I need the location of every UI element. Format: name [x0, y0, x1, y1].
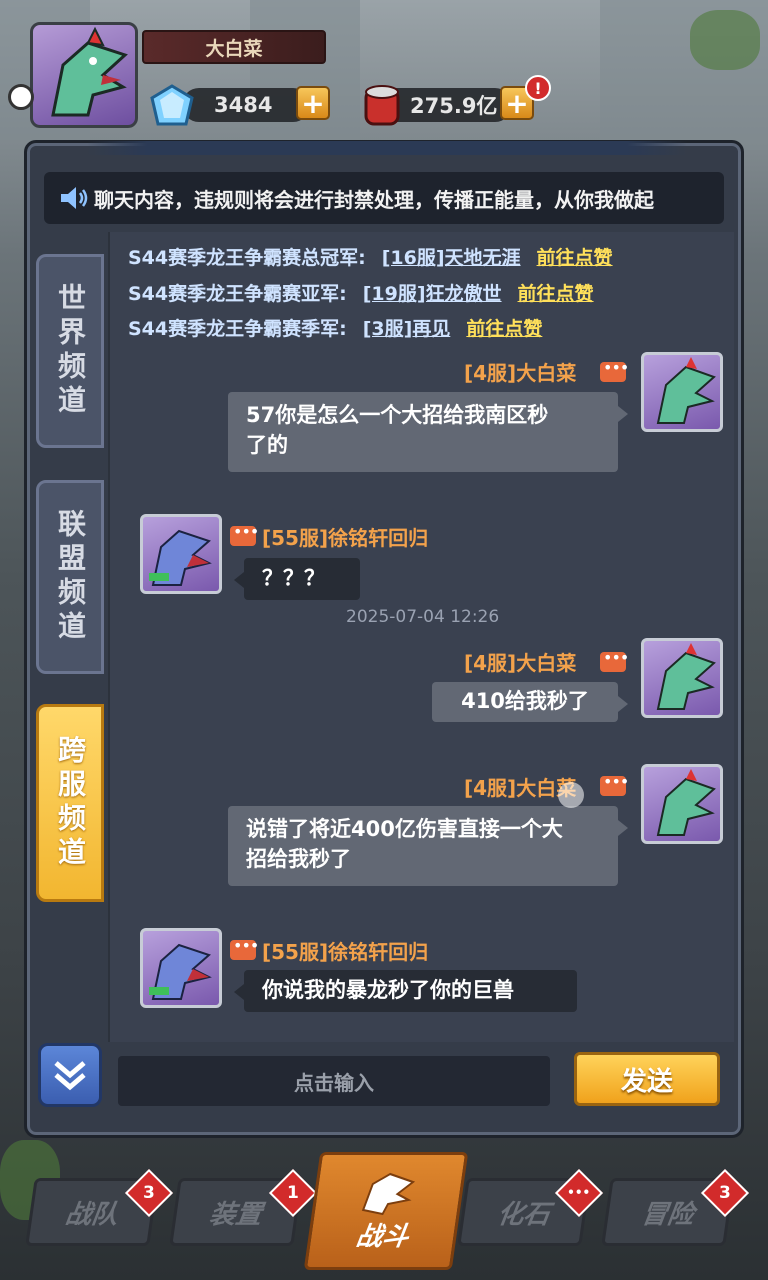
double-chevron-down-icon [54, 1061, 86, 1091]
message-text-line: 57你是怎么一个大招给我南区秒 [246, 403, 549, 427]
runner-up-announcement: S44赛季龙王争霸赛亚军: [19服]狂龙傲世 前往点赞 [128, 279, 594, 306]
chat-bubble-icon [600, 648, 628, 672]
message-bubble: 你说我的暴龙秒了你的巨兽 [234, 970, 577, 1012]
message-sender[interactable]: [4服]大白菜 [464, 647, 576, 676]
chat-messages-area[interactable] [108, 232, 734, 1042]
message-text-line: 了的 [246, 433, 288, 457]
nav-battle[interactable]: 战斗 [303, 1152, 469, 1270]
dinosaur-head-icon [361, 1172, 416, 1215]
like-link[interactable]: 前往点赞 [466, 318, 542, 340]
message-text-line: 说错了将近400亿伤害直接一个大 [246, 817, 563, 841]
chat-input[interactable]: 点击输入 [118, 1056, 550, 1106]
message-text: 410给我秒了 [461, 689, 589, 713]
message-bubble: 说错了将近400亿伤害直接一个大 招给我秒了 [228, 806, 628, 886]
tab-cross-server-channel[interactable]: 跨服频道 [36, 704, 104, 902]
tab-alliance-channel[interactable]: 联盟频道 [36, 480, 104, 674]
gem-icon [150, 84, 194, 126]
player-name: 大白菜 [142, 30, 326, 64]
message-bubble: 410给我秒了 [432, 682, 628, 722]
message-text-line: 招给我秒了 [246, 847, 351, 871]
chat-bubble-icon [600, 358, 628, 382]
champion-announcement: S44赛季龙王争霸赛总冠军: [16服]天地无涯 前往点赞 [128, 243, 613, 270]
message-sender[interactable]: [4服]大白菜 [464, 357, 576, 386]
announcement-marquee: 聊天内容，违规则将会进行封禁处理，传播正能量，从你我做起 [44, 172, 724, 224]
nav-label: 装置 [207, 1199, 264, 1230]
nav-label: 战斗 [354, 1221, 411, 1252]
sender-avatar[interactable] [140, 514, 222, 594]
server-link[interactable]: [3服]再见 [363, 318, 451, 340]
add-gems-button[interactable]: + [296, 86, 330, 120]
gems-value: 3484 [214, 93, 273, 117]
dinosaur-avatar-icon [51, 26, 128, 117]
message-text: ？？？ [262, 566, 325, 590]
touch-indicator [558, 782, 584, 808]
alert-icon: ! [525, 75, 551, 101]
server-link[interactable]: [16服]天地无涯 [382, 247, 521, 269]
nav-label: 化石 [495, 1199, 552, 1230]
message-sender[interactable]: [55服]徐铭轩回归 [262, 936, 428, 965]
like-link[interactable]: 前往点赞 [518, 283, 594, 305]
scroll-to-bottom-button[interactable] [38, 1043, 102, 1107]
floating-assist-button[interactable] [8, 84, 34, 110]
tab-label: 跨服频道 [54, 735, 87, 871]
message-bubble: ？？？ [234, 558, 360, 600]
message-text: 你说我的暴龙秒了你的巨兽 [262, 978, 514, 1002]
chat-bubble-icon [600, 772, 628, 796]
svg-text:!: ! [534, 79, 541, 98]
tab-label: 世界频道 [54, 283, 87, 419]
background-building [250, 0, 360, 150]
announcement-text: 聊天内容，违规则将会进行封禁处理，传播正能量，从你我做起 [94, 187, 654, 212]
player-avatar[interactable] [30, 22, 138, 128]
gems-counter: 3484 [182, 88, 310, 122]
panel-decoration [87, 141, 687, 155]
sender-avatar[interactable] [641, 352, 723, 432]
nav-label: 战队 [63, 1199, 120, 1230]
background-vine [690, 10, 760, 70]
tab-world-channel[interactable]: 世界频道 [36, 254, 104, 448]
announcement-title: S44赛季龙王争霸赛季军: [128, 318, 347, 340]
sender-avatar[interactable] [140, 928, 222, 1008]
like-link[interactable]: 前往点赞 [537, 247, 613, 269]
tab-label: 联盟频道 [54, 509, 87, 645]
message-timestamp: 2025-07-04 12:26 [346, 607, 500, 627]
announcement-title: S44赛季龙王争霸赛亚军: [128, 283, 347, 305]
chat-bubble-icon [230, 936, 258, 960]
gold-value: 275.9亿 [410, 94, 498, 118]
send-button[interactable]: 发送 [574, 1052, 720, 1106]
third-place-announcement: S44赛季龙王争霸赛季军: [3服]再见 前往点赞 [128, 314, 542, 341]
meat-can-icon [364, 85, 400, 126]
message-sender[interactable]: [55服]徐铭轩回归 [262, 522, 428, 551]
sender-avatar[interactable] [641, 638, 723, 718]
announcement-title: S44赛季龙王争霸赛总冠军: [128, 247, 366, 269]
sender-avatar[interactable] [641, 764, 723, 844]
server-link[interactable]: [19服]狂龙傲世 [363, 283, 502, 305]
nav-label: 冒险 [639, 1199, 696, 1230]
chat-bubble-icon [230, 522, 258, 546]
message-bubble: 57你是怎么一个大招给我南区秒 了的 [228, 392, 628, 472]
